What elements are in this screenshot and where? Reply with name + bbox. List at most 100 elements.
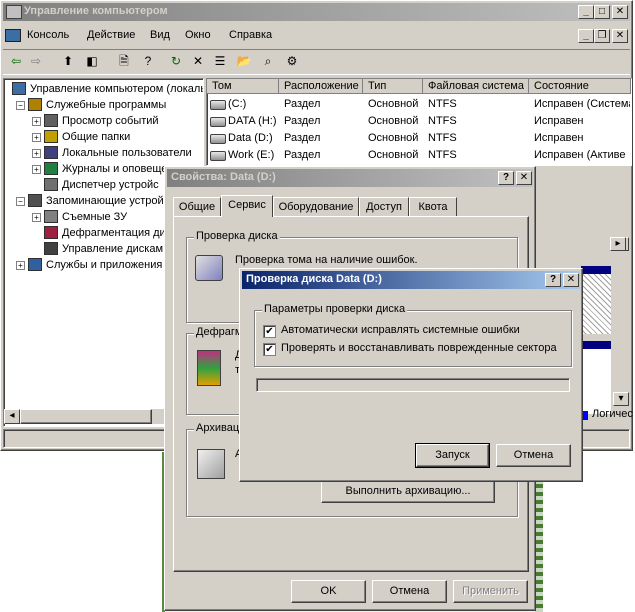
table-cell: Work (E:) xyxy=(228,149,275,161)
close-button[interactable]: ✕ xyxy=(612,5,628,19)
menu-action[interactable]: Действие xyxy=(87,26,135,44)
check-help-button[interactable]: ? xyxy=(545,273,561,287)
lower-pane-scrollbar[interactable]: ▴ ▾ xyxy=(613,237,629,407)
expand-icon[interactable]: + xyxy=(32,133,41,142)
column-header[interactable]: Тип xyxy=(363,79,423,94)
open-folder-icon[interactable]: 📂 xyxy=(235,52,253,70)
menu-window[interactable]: Окно xyxy=(185,26,211,44)
check-disk-title-bar[interactable]: Проверка диска Data (D:) ? ✕ xyxy=(242,271,580,289)
tab-quota[interactable]: Квота xyxy=(409,197,457,216)
column-header[interactable]: Расположение xyxy=(279,79,363,94)
up-level-icon[interactable]: ⬆ xyxy=(59,52,77,70)
column-header[interactable]: Файловая система xyxy=(423,79,529,94)
scroll-down-button[interactable]: ▾ xyxy=(613,392,629,406)
tree-item[interactable]: Управление компьютером (локаль xyxy=(4,81,203,97)
auto-fix-checkbox[interactable]: ✔ xyxy=(263,325,276,338)
list-scroll-right-button[interactable]: ▸ xyxy=(610,237,626,251)
tree-node-icon xyxy=(44,178,58,191)
backup-icon xyxy=(197,449,225,479)
tree-node-icon xyxy=(44,114,58,127)
show-hide-tree-icon[interactable]: ◧ xyxy=(83,52,101,70)
table-cell: Data (D:) xyxy=(228,132,273,144)
scroll-left-button[interactable]: ◂ xyxy=(4,409,20,424)
tab-sharing[interactable]: Доступ xyxy=(359,197,409,216)
tree-item-label: Дефрагментация ди xyxy=(62,227,166,239)
back-arrow-icon[interactable]: ⇦ xyxy=(7,52,25,70)
table-cell: NTFS xyxy=(428,98,457,110)
start-button[interactable]: Запуск xyxy=(415,443,490,468)
table-row[interactable]: Data (D:) Раздел Основной NTFS Исправен xyxy=(207,130,631,146)
refresh-icon[interactable]: ↻ xyxy=(167,52,185,70)
tree-item-label: Служебные программы xyxy=(46,99,167,111)
tree-item[interactable]: + Общие папки xyxy=(4,129,203,145)
check-options-group-label: Параметры проверки диска xyxy=(262,303,408,315)
menu-help[interactable]: Справка xyxy=(229,26,272,44)
search-icon[interactable]: ⌕ xyxy=(259,52,277,70)
child-restore-button[interactable]: ❐ xyxy=(594,29,610,43)
defrag-group-label: Дефрагм xyxy=(194,326,245,338)
properties-title-bar[interactable]: Свойства: Data (D:) ? ✕ xyxy=(167,169,533,187)
table-row[interactable]: (C:) Раздел Основной NTFS Исправен (Система xyxy=(207,96,631,112)
child-minimize-button[interactable]: _ xyxy=(578,29,594,43)
table-cell: Исправен xyxy=(534,115,584,127)
check-disk-icon xyxy=(195,255,223,281)
toolbar: ⇦ ⇨ ⬆ ◧ 🗎 ? ↻ ✕ ☰ 📂 ⌕ ⚙ xyxy=(3,49,630,75)
main-title-bar[interactable]: Управление компьютером _ □ ✕ xyxy=(3,3,630,21)
column-header[interactable]: Состояние xyxy=(529,79,631,94)
run-backup-button[interactable]: Выполнить архивацию... xyxy=(321,480,495,503)
forward-arrow-icon[interactable]: ⇨ xyxy=(27,52,45,70)
scan-sectors-checkbox[interactable]: ✔ xyxy=(263,343,276,356)
column-header[interactable]: Том xyxy=(207,79,279,94)
table-cell: DATA (H:) xyxy=(228,115,277,127)
maximize-button[interactable]: □ xyxy=(594,5,610,19)
minimize-button[interactable]: _ xyxy=(578,5,594,19)
expand-icon[interactable]: + xyxy=(32,165,41,174)
help-icon[interactable]: ? xyxy=(139,52,157,70)
properties-help-button[interactable]: ? xyxy=(498,171,514,185)
properties-sheet-icon[interactable]: ☰ xyxy=(211,52,229,70)
tree-item[interactable]: − Служебные программы xyxy=(4,97,203,113)
properties-cancel-button[interactable]: Отмена xyxy=(372,580,447,603)
table-cell: Раздел xyxy=(284,115,321,127)
tree-node-icon xyxy=(44,242,58,255)
collapse-icon[interactable]: − xyxy=(16,101,25,110)
check-cancel-button[interactable]: Отмена xyxy=(496,444,571,467)
check-close-button[interactable]: ✕ xyxy=(563,273,579,287)
scan-sectors-label[interactable]: Проверять и восстанавливать поврежденные… xyxy=(281,342,557,354)
expand-icon[interactable]: + xyxy=(32,149,41,158)
list-h-scrollbar[interactable]: ▸ xyxy=(606,237,626,251)
tab-hardware[interactable]: Оборудование xyxy=(273,197,359,216)
table-row[interactable]: Work (E:) Раздел Основной NTFS Исправен (Акт… xyxy=(207,147,631,163)
table-row[interactable]: DATA (H:) Раздел Основной NTFS Исправен xyxy=(207,113,631,129)
collapse-icon[interactable]: − xyxy=(16,197,25,206)
desktop-fragment-right xyxy=(535,460,543,612)
properties-close-button[interactable]: ✕ xyxy=(516,171,532,185)
tab-general[interactable]: Общие xyxy=(173,197,221,216)
tree-item-label: Управление компьютером (локаль xyxy=(30,83,204,95)
settings-icon[interactable]: ⚙ xyxy=(283,52,301,70)
tree-item-label: Съемные ЗУ xyxy=(62,211,128,223)
check-disk-title: Проверка диска Data (D:) xyxy=(246,273,382,285)
tree-item-label: Просмотр событий xyxy=(62,115,159,127)
tree-item[interactable]: + Локальные пользователи xyxy=(4,145,203,161)
auto-fix-label[interactable]: Автоматически исправлять системные ошибк… xyxy=(281,324,520,336)
table-cell: Основной xyxy=(368,149,419,161)
menu-console[interactable]: Консоль xyxy=(27,26,69,44)
tree-item-label: Локальные пользователи xyxy=(62,147,192,159)
expand-icon[interactable]: + xyxy=(32,117,41,126)
scroll-thumb[interactable] xyxy=(20,409,152,424)
tree-item[interactable]: + Просмотр событий xyxy=(4,113,203,129)
apply-button[interactable]: Применить xyxy=(453,580,528,603)
properties-icon[interactable]: 🗎 xyxy=(115,52,133,70)
tree-node-icon xyxy=(44,146,58,159)
tab-strip: Общие Сервис Оборудование Доступ Квота xyxy=(173,195,529,217)
main-window-title: Управление компьютером xyxy=(24,5,168,17)
child-close-button[interactable]: ✕ xyxy=(612,29,628,43)
expand-icon[interactable]: + xyxy=(32,213,41,222)
ok-button[interactable]: OK xyxy=(291,580,366,603)
menu-view[interactable]: Вид xyxy=(150,26,170,44)
tab-tools[interactable]: Сервис xyxy=(221,195,273,217)
delete-icon[interactable]: ✕ xyxy=(189,52,207,70)
console-icon xyxy=(5,29,21,42)
expand-icon[interactable]: + xyxy=(16,261,25,270)
